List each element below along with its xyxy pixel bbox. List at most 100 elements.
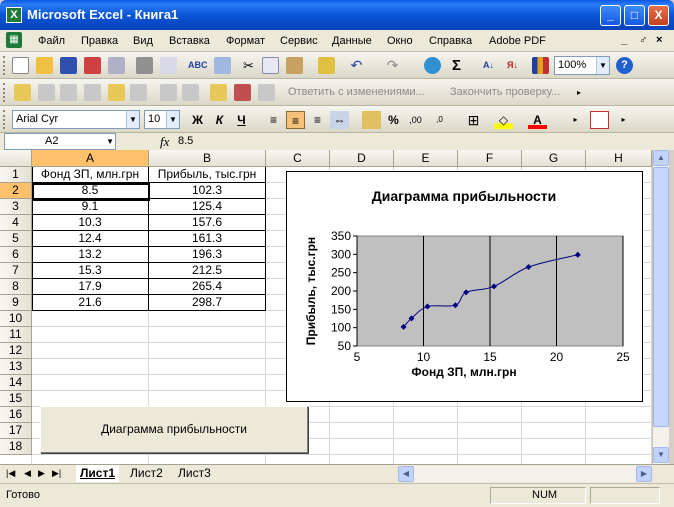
chevron-down-icon[interactable]: ▼ [596, 57, 609, 74]
pdf-icon[interactable] [590, 111, 609, 129]
name-box[interactable]: A2 ▼ [4, 133, 116, 150]
header-cell-a1[interactable]: Фонд ЗП, млн.грн [32, 167, 149, 183]
col-header-e[interactable]: E [394, 150, 458, 167]
chart-macro-button[interactable]: Диаграмма прибыльности [40, 406, 308, 453]
bold-button[interactable]: Ж [188, 111, 207, 129]
table-cell-fund[interactable]: 17.9 [32, 279, 149, 295]
research-icon[interactable] [214, 57, 231, 74]
row-header-9[interactable]: 9 [0, 295, 32, 311]
borders-icon[interactable]: ⊞ [464, 111, 483, 129]
horizontal-scrollbar[interactable]: ◀ ▶ [398, 466, 652, 482]
review-icon-7[interactable] [160, 84, 177, 101]
row-header-15[interactable]: 15 [0, 391, 32, 407]
toolbar-grip[interactable] [3, 83, 7, 102]
font-select[interactable]: Arial Cyr ▼ [12, 110, 140, 129]
menu-tools[interactable]: Сервис [280, 35, 318, 47]
scroll-right-icon[interactable]: ▶ [636, 466, 652, 482]
header-cell-b1[interactable]: Прибыль, тыс.грн [149, 167, 266, 183]
new-icon[interactable] [12, 57, 29, 74]
row-header-7[interactable]: 7 [0, 263, 32, 279]
table-cell-profit[interactable]: 157.6 [149, 215, 266, 231]
sort-ascending-icon[interactable]: A↓ [480, 57, 497, 74]
help-icon[interactable]: ? [616, 57, 633, 74]
review-icon-1[interactable] [14, 84, 31, 101]
first-sheet-icon[interactable]: |◀ [6, 468, 15, 479]
review-icon-11[interactable] [258, 84, 275, 101]
row-header-11[interactable]: 11 [0, 327, 32, 343]
chart-wizard-icon[interactable] [532, 57, 549, 74]
col-header-f[interactable]: F [458, 150, 522, 167]
table-cell-fund[interactable]: 21.6 [32, 295, 149, 311]
toolbar-grip[interactable] [3, 56, 7, 75]
row-header-16[interactable]: 16 [0, 407, 32, 423]
fill-color-icon[interactable]: ◇ [494, 111, 513, 129]
row-header-6[interactable]: 6 [0, 247, 32, 263]
comma-style-icon[interactable]: ,00 [406, 111, 425, 129]
italic-button[interactable]: К [210, 111, 229, 129]
toolbar-options-chevron-icon[interactable]: ▸ [566, 111, 585, 129]
prev-sheet-icon[interactable]: ◀ [24, 468, 31, 479]
zoom-select[interactable]: 100% ▼ [554, 56, 610, 75]
row-header-10[interactable]: 10 [0, 311, 32, 327]
review-icon-10[interactable] [234, 84, 251, 101]
vertical-scrollbar[interactable]: ▲ ▼ [652, 150, 669, 464]
print-preview-icon[interactable] [160, 57, 177, 74]
vertical-scroll-thumb[interactable] [653, 167, 669, 427]
permission-icon[interactable] [84, 57, 101, 74]
format-painter-icon[interactable] [318, 57, 335, 74]
row-header-18[interactable]: 18 [0, 439, 32, 455]
row-header-17[interactable]: 17 [0, 423, 32, 439]
col-header-d[interactable]: D [330, 150, 394, 167]
col-header-h[interactable]: H [586, 150, 652, 167]
toolbar-options-chevron-icon[interactable]: ▸ [614, 111, 633, 129]
undo-icon[interactable]: ↶ [348, 57, 365, 74]
font-size-select[interactable]: 10 ▼ [144, 110, 180, 129]
scroll-down-icon[interactable]: ▼ [653, 447, 669, 463]
menu-data[interactable]: Данные [332, 35, 372, 47]
review-icon-2[interactable] [38, 84, 55, 101]
tab-sheet1[interactable]: Лист1 [76, 465, 120, 482]
merge-center-icon[interactable]: ⇔ [330, 111, 349, 129]
review-icon-5[interactable] [108, 84, 125, 101]
redo-icon[interactable]: ↷ [384, 57, 401, 74]
row-header-3[interactable]: 3 [0, 199, 32, 215]
menu-insert[interactable]: Вставка [169, 35, 210, 47]
doc-minimize-button[interactable]: _ [621, 34, 627, 46]
align-center-icon[interactable]: ≡ [286, 111, 305, 129]
formula-input[interactable]: 8.5 [178, 135, 193, 147]
col-header-a[interactable]: A [32, 150, 149, 167]
row-header-14[interactable]: 14 [0, 375, 32, 391]
col-header-c[interactable]: C [266, 150, 330, 167]
email-icon[interactable] [108, 57, 125, 74]
review-icon-9[interactable] [210, 84, 227, 101]
table-cell-fund[interactable]: 9.1 [32, 199, 149, 215]
row-header-2[interactable]: 2 [0, 183, 32, 199]
cut-icon[interactable]: ✂ [240, 57, 257, 74]
toolbar-options-chevron-icon[interactable]: ▸ [574, 84, 584, 101]
embedded-chart[interactable]: Диаграмма прибыльности 5 10 15 20 25 50 100 150 2… [286, 171, 643, 402]
row-header-13[interactable]: 13 [0, 359, 32, 375]
tab-sheet2[interactable]: Лист2 [126, 465, 167, 482]
reply-with-changes[interactable]: Ответить с изменениями... [288, 86, 425, 98]
open-icon[interactable] [36, 57, 53, 74]
chevron-down-icon[interactable]: ▼ [106, 135, 114, 148]
review-icon-3[interactable] [60, 84, 77, 101]
review-icon-8[interactable] [182, 84, 199, 101]
table-cell-profit[interactable]: 161.3 [149, 231, 266, 247]
row-header-5[interactable]: 5 [0, 231, 32, 247]
hyperlink-icon[interactable] [424, 57, 441, 74]
align-right-icon[interactable]: ≡ [308, 111, 327, 129]
table-cell-fund[interactable]: 10.3 [32, 215, 149, 231]
table-cell-profit[interactable]: 196.3 [149, 247, 266, 263]
align-left-icon[interactable]: ≡ [264, 111, 283, 129]
table-cell-profit[interactable]: 102.3 [149, 183, 266, 199]
review-icon-6[interactable] [130, 84, 147, 101]
table-cell-profit[interactable]: 212.5 [149, 263, 266, 279]
maximize-button[interactable]: □ [624, 5, 645, 26]
doc-restore-button[interactable]: ♂ [639, 34, 647, 46]
row-header-8[interactable]: 8 [0, 279, 32, 295]
save-icon[interactable] [60, 57, 77, 74]
row-header-12[interactable]: 12 [0, 343, 32, 359]
copy-icon[interactable] [262, 57, 279, 74]
sort-descending-icon[interactable]: Я↓ [504, 57, 521, 74]
